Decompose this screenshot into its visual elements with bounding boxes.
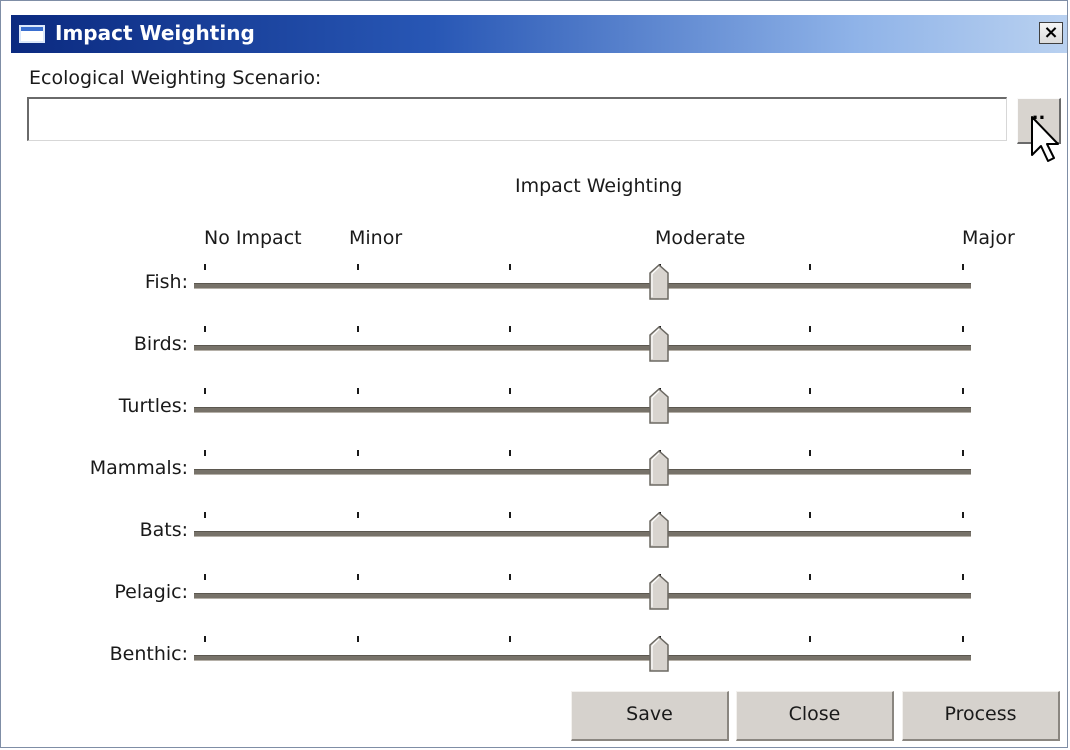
slider-label: Bats: (139, 519, 188, 541)
slider-tick (809, 512, 811, 518)
slider-tick (962, 574, 964, 580)
slider-thumb[interactable] (648, 264, 670, 300)
slider-tick (962, 264, 964, 270)
slider-tick (357, 574, 359, 580)
slider-track[interactable] (194, 388, 971, 424)
slider-tick (962, 388, 964, 394)
scenario-input[interactable] (27, 97, 1007, 141)
slider-tick (809, 326, 811, 332)
slider-tick (357, 264, 359, 270)
title-bar[interactable]: Impact Weighting × (11, 15, 1067, 53)
slider-tick (204, 388, 206, 394)
slider-track[interactable] (194, 574, 971, 610)
slider-thumb[interactable] (648, 450, 670, 486)
slider-thumb[interactable] (648, 388, 670, 424)
impact-weighting-dialog: Impact Weighting × Ecological Weighting … (0, 0, 1068, 748)
slider-tick (962, 450, 964, 456)
slider-tick (809, 388, 811, 394)
slider-tick (509, 512, 511, 518)
slider-tick (809, 574, 811, 580)
slider-tick (809, 636, 811, 642)
slider-track[interactable] (194, 450, 971, 486)
slider-tick (809, 450, 811, 456)
close-window-button[interactable]: × (1039, 22, 1063, 44)
scale-label-minor: Minor (349, 227, 403, 249)
slider-row: Birds: (1, 323, 1070, 385)
impact-weighting-title: Impact Weighting (515, 175, 683, 197)
slider-tick (962, 636, 964, 642)
scale-label-no-impact: No Impact (204, 227, 302, 249)
slider-row: Pelagic: (1, 571, 1070, 633)
slider-tick (204, 512, 206, 518)
scale-label-major: Major (962, 227, 1015, 249)
slider-label: Pelagic: (114, 581, 188, 603)
slider-row: Turtles: (1, 385, 1070, 447)
window-title: Impact Weighting (55, 21, 255, 45)
slider-thumb[interactable] (648, 512, 670, 548)
slider-thumb[interactable] (648, 326, 670, 362)
slider-label: Turtles: (118, 395, 188, 417)
slider-tick (357, 636, 359, 642)
slider-tick (357, 326, 359, 332)
slider-tick (509, 326, 511, 332)
slider-thumb[interactable] (648, 574, 670, 610)
slider-tick (809, 264, 811, 270)
slider-tick (357, 512, 359, 518)
slider-tick (509, 574, 511, 580)
slider-label: Fish: (144, 271, 188, 293)
mouse-cursor-icon (1031, 116, 1059, 162)
scale-label-moderate: Moderate (655, 227, 746, 249)
slider-row: Benthic: (1, 633, 1070, 695)
slider-label: Birds: (133, 333, 188, 355)
slider-label: Mammals: (89, 457, 188, 479)
slider-tick (204, 264, 206, 270)
slider-tick (357, 388, 359, 394)
slider-tick (357, 450, 359, 456)
slider-label: Benthic: (109, 643, 188, 665)
close-button[interactable]: Close (736, 691, 894, 741)
slider-track[interactable] (194, 264, 971, 300)
slider-tick (962, 326, 964, 332)
slider-track[interactable] (194, 512, 971, 548)
slider-row: Fish: (1, 261, 1070, 323)
window-icon (19, 25, 45, 43)
slider-track[interactable] (194, 636, 971, 672)
slider-tick (204, 450, 206, 456)
slider-row: Bats: (1, 509, 1070, 571)
slider-thumb[interactable] (648, 636, 670, 672)
process-button[interactable]: Process (902, 691, 1060, 741)
slider-track[interactable] (194, 326, 971, 362)
slider-tick (962, 512, 964, 518)
slider-tick (509, 636, 511, 642)
slider-tick (509, 388, 511, 394)
slider-tick (509, 264, 511, 270)
slider-tick (509, 450, 511, 456)
slider-row: Mammals: (1, 447, 1070, 509)
slider-tick (204, 574, 206, 580)
save-button[interactable]: Save (571, 691, 729, 741)
slider-tick (204, 636, 206, 642)
scenario-label: Ecological Weighting Scenario: (29, 67, 322, 89)
slider-tick (204, 326, 206, 332)
